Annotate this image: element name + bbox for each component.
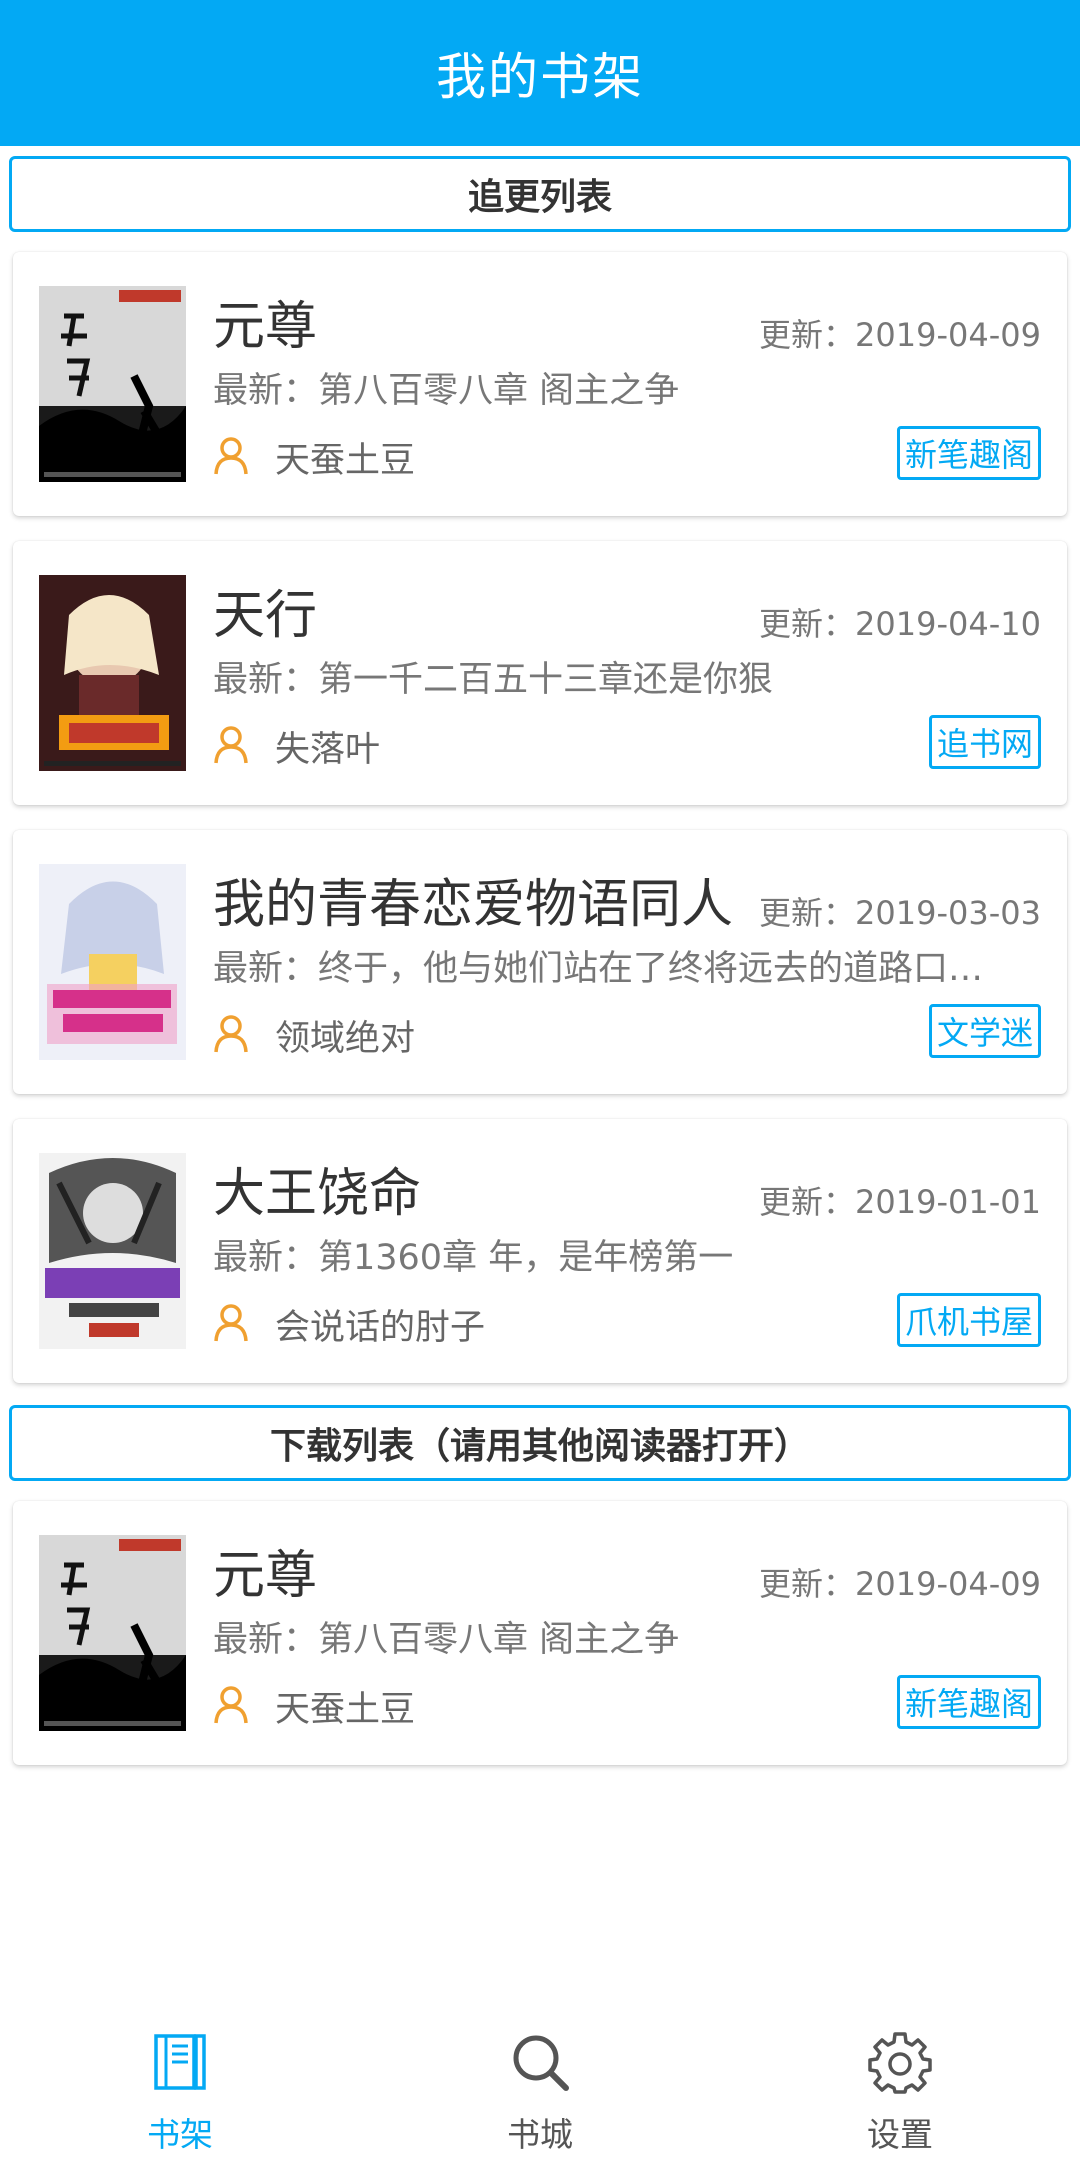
page-title: 我的书架 [436, 48, 644, 106]
book-card-yuanzun[interactable]: 元尊 更新：2019-04-09 最新：第八百零八章 阁主之争 天蚕土豆 新笔趣… [13, 252, 1067, 516]
person-icon [214, 1686, 248, 1724]
latest-chapter: 最新：第八百零八章 阁主之争 [213, 1620, 680, 1660]
following-list-label: 追更列表 [467, 177, 612, 218]
search-icon [513, 2035, 569, 2091]
download-list-label: 下载列表（请用其他阅读器打开） [269, 1426, 810, 1467]
person-icon [214, 726, 248, 764]
book-cover [39, 864, 186, 1060]
book-title: 元尊 [213, 297, 318, 357]
source-badge[interactable]: 新笔趣阁 [896, 426, 1041, 480]
author-name: 天蚕土豆 [275, 1690, 416, 1730]
book-cover [39, 1535, 186, 1731]
book-title: 我的青春恋爱物语同人 [213, 875, 734, 935]
book-card-dawang-raoming[interactable]: 大王饶命 更新：2019-01-01 最新：第1360章 年，是年榜第一 会说话… [13, 1119, 1067, 1383]
download-list-header: 下载列表（请用其他阅读器打开） [9, 1405, 1071, 1481]
book-title: 大王饶命 [213, 1164, 422, 1224]
update-date: 更新：2019-04-09 [759, 316, 1041, 354]
nav-bookstore[interactable]: 书城 [440, 2030, 640, 2160]
nav-bookstore-label: 书城 [507, 2115, 573, 2154]
author-name: 领域绝对 [275, 1019, 416, 1059]
download-book-card-yuanzun[interactable]: 元尊 更新：2019-04-09 最新：第八百零八章 阁主之争 天蚕土豆 新笔趣… [13, 1501, 1067, 1765]
update-date: 更新：2019-04-09 [759, 1565, 1041, 1603]
book-title: 元尊 [213, 1546, 318, 1606]
book-card-tianxing[interactable]: 天行 更新：2019-04-10 最新：第一千二百五十三章还是你狠 失落叶 追书… [13, 541, 1067, 805]
nav-settings-label: 设置 [867, 2115, 933, 2154]
book-card-youth-romance[interactable]: 我的青春恋爱物语同人 更新：2019-03-03 最新：终于，他与她们站在了终将… [13, 830, 1067, 1094]
source-badge[interactable]: 文学迷 [928, 1004, 1041, 1058]
person-icon [214, 1015, 248, 1053]
bookshelf-icon [154, 2034, 206, 2090]
book-cover [39, 286, 186, 482]
update-date: 更新：2019-03-03 [759, 894, 1041, 932]
source-badge[interactable]: 追书网 [928, 715, 1041, 769]
nav-bookshelf[interactable]: 书架 [80, 2030, 280, 2160]
author-name: 失落叶 [275, 730, 381, 770]
latest-chapter: 最新：第1360章 年，是年榜第一 [213, 1238, 734, 1278]
book-title: 天行 [213, 586, 318, 646]
author-name: 会说话的肘子 [275, 1308, 486, 1348]
gear-icon [868, 2032, 932, 2094]
source-badge[interactable]: 爪机书屋 [896, 1293, 1041, 1347]
update-date: 更新：2019-01-01 [759, 1183, 1041, 1221]
source-badge[interactable]: 新笔趣阁 [896, 1675, 1041, 1729]
person-icon [214, 1304, 248, 1342]
update-date: 更新：2019-04-10 [759, 605, 1041, 643]
bottom-navigation: 书架 书城 设置 [0, 2010, 1080, 2160]
latest-chapter: 最新：第一千二百五十三章还是你狠 [213, 660, 774, 700]
book-cover [39, 575, 186, 771]
latest-chapter: 最新：第八百零八章 阁主之争 [213, 371, 680, 411]
app-root: 我的书架 追更列表 元尊 更新：2019-04-09 最新：第八百零八章 阁主之… [0, 0, 1080, 2160]
latest-chapter: 最新：终于，他与她们站在了终将远去的道路口… [213, 949, 984, 989]
book-cover [39, 1153, 186, 1349]
nav-bookshelf-label: 书架 [147, 2115, 213, 2154]
author-name: 天蚕土豆 [275, 441, 416, 481]
following-list-header: 追更列表 [9, 156, 1071, 232]
app-header: 我的书架 [0, 0, 1080, 146]
person-icon [214, 437, 248, 475]
nav-settings[interactable]: 设置 [800, 2030, 1000, 2160]
